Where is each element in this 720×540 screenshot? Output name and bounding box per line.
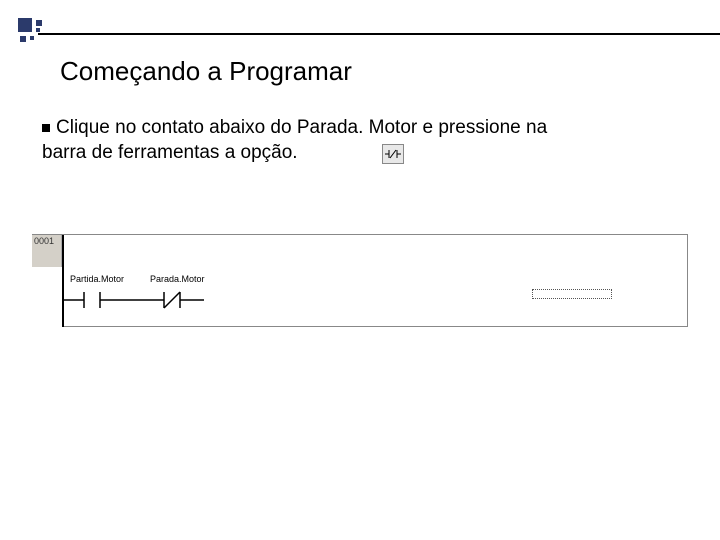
slide-title: Começando a Programar	[60, 56, 352, 87]
slide-body: Clique no contato abaixo do Parada. Moto…	[42, 116, 670, 165]
rung-number-cell: 0001	[32, 235, 62, 267]
body-line-2: barra de ferramentas a opção.	[42, 142, 298, 163]
bullet-icon	[42, 124, 50, 132]
ladder-contacts-graphic	[64, 288, 264, 318]
ladder-output-placeholder	[532, 289, 612, 299]
body-line-1: Clique no contato abaixo do Parada. Moto…	[56, 117, 547, 138]
ladder-diagram: 0001 Partida.Motor Parada.Motor	[32, 234, 688, 328]
nc-contact-icon	[382, 144, 404, 164]
title-divider	[38, 33, 720, 35]
contact-label-2: Parada.Motor	[150, 274, 205, 284]
contact-label-1: Partida.Motor	[70, 274, 124, 284]
